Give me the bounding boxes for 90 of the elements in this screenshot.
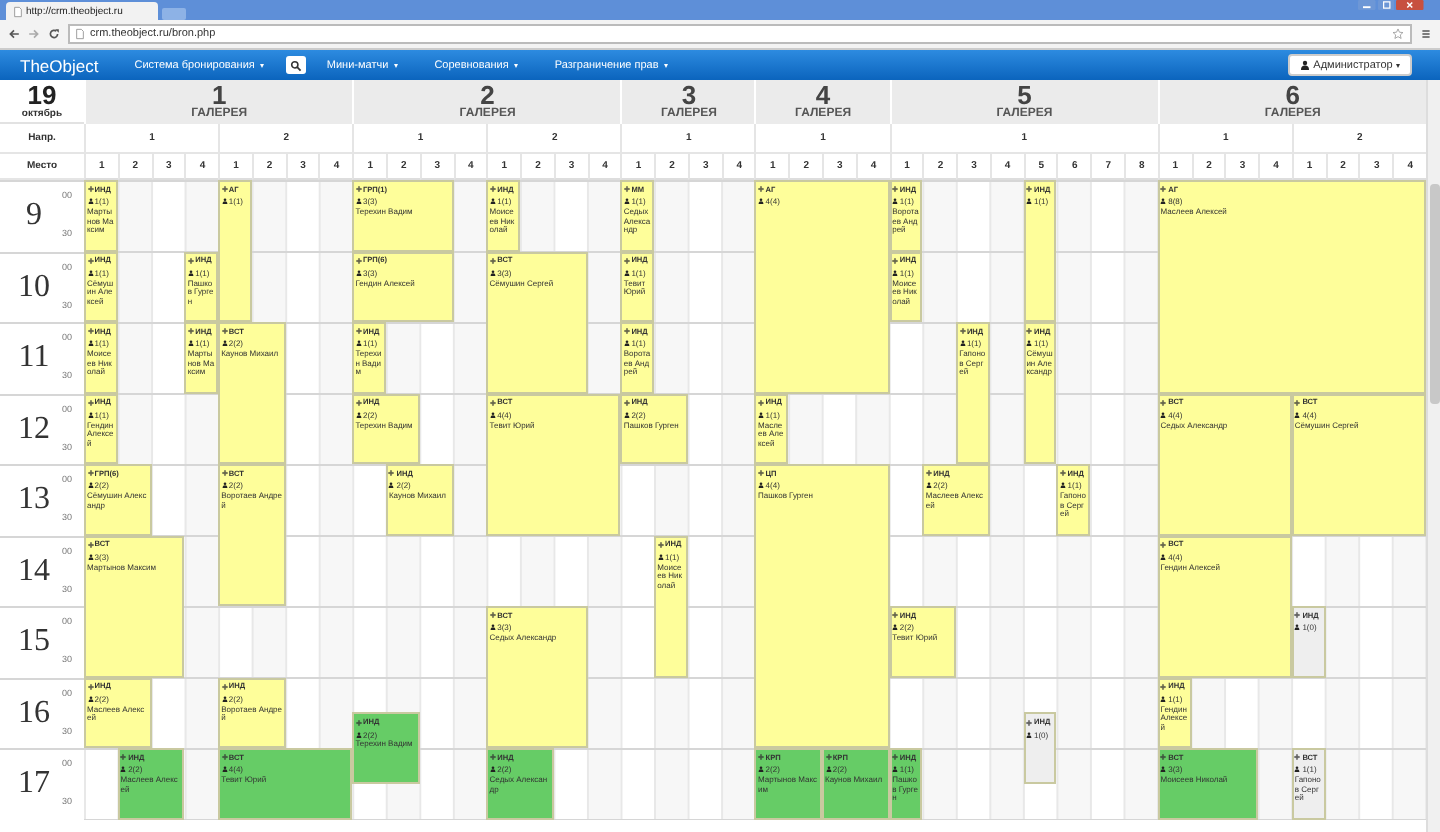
gallery-number: 4: [815, 84, 831, 108]
gallery-number: 2: [480, 84, 495, 108]
person-icon: [757, 411, 764, 418]
person-icon: [1026, 340, 1033, 347]
person-icon: [623, 198, 630, 205]
person-icon: [1160, 766, 1167, 773]
brand-link[interactable]: TheObject: [20, 55, 99, 75]
person-icon: [187, 269, 194, 276]
person-icon: [355, 340, 362, 347]
gallery-number: 5: [1017, 84, 1032, 108]
person-icon: [355, 198, 362, 205]
search-button[interactable]: [286, 56, 307, 74]
person-icon: [87, 269, 93, 276]
person-icon: [1294, 411, 1301, 418]
back-icon[interactable]: [8, 28, 20, 40]
scrollbar[interactable]: [1426, 80, 1440, 832]
person-icon: [489, 624, 496, 631]
reload-icon[interactable]: [48, 28, 60, 40]
person-icon: [925, 482, 932, 489]
date-day: 19: [27, 83, 57, 107]
person-icon: [221, 766, 228, 773]
person-icon: [187, 340, 194, 347]
scrollbar-thumb[interactable]: [1429, 184, 1439, 404]
person-icon: [1026, 198, 1033, 205]
person-icon: [892, 198, 899, 205]
person-icon: [1059, 482, 1066, 489]
person-icon: [1160, 553, 1167, 560]
caret-icon: [260, 63, 265, 67]
person-icon: [757, 766, 764, 773]
gallery-number: 6: [1285, 84, 1300, 108]
person-icon: [355, 269, 362, 276]
person-icon: [959, 340, 966, 347]
person-icon: [1299, 60, 1310, 70]
gallery-number: 1: [211, 84, 227, 108]
hour-label: 14: [16, 553, 52, 590]
hour-label: 12: [16, 411, 52, 448]
person-icon: [489, 198, 496, 205]
person-icon: [355, 411, 362, 418]
caret-icon: [394, 63, 399, 67]
search-icon: [290, 59, 303, 71]
person-icon: [489, 766, 496, 773]
person-icon: [87, 340, 93, 347]
person-icon: [623, 340, 630, 347]
person-icon: [1026, 731, 1033, 737]
maximize-icon[interactable]: [1377, 0, 1395, 10]
person-icon: [1294, 766, 1301, 773]
hour-label: 15: [16, 624, 52, 661]
hour-label: 16: [16, 695, 52, 732]
person-icon: [489, 411, 496, 418]
person-icon: [87, 695, 93, 702]
person-icon: [355, 731, 362, 737]
person-icon: [489, 269, 496, 276]
minimize-icon[interactable]: [1357, 0, 1375, 10]
person-icon: [87, 411, 93, 418]
person-icon: [1160, 411, 1167, 418]
hour-label: 9: [24, 198, 44, 235]
person-icon: [623, 269, 630, 276]
person-icon: [825, 766, 832, 773]
person-icon: [892, 624, 899, 631]
person-icon: [87, 553, 93, 560]
person-icon: [221, 482, 228, 489]
person-icon: [87, 198, 93, 205]
caret-icon: [1396, 63, 1401, 67]
hour-label: 13: [16, 482, 52, 519]
hour-label: 17: [16, 766, 52, 803]
person-icon: [1294, 624, 1301, 631]
person-icon: [892, 269, 899, 276]
person-icon: [388, 482, 395, 489]
person-icon: [757, 198, 764, 205]
person-icon: [221, 695, 228, 702]
caret-icon: [514, 63, 519, 67]
star-icon[interactable]: [1392, 28, 1404, 40]
person-icon: [657, 553, 664, 560]
hour-label: 10: [16, 269, 52, 306]
person-icon: [757, 482, 764, 489]
person-icon: [1160, 695, 1167, 702]
caret-icon: [664, 63, 669, 67]
person-icon: [623, 411, 630, 418]
menu-icon[interactable]: [1420, 28, 1432, 40]
person-icon: [120, 766, 127, 773]
person-icon: [1160, 198, 1167, 205]
person-icon: [892, 766, 899, 773]
page-icon: [76, 28, 84, 40]
forward-icon[interactable]: [28, 28, 40, 40]
person-icon: [221, 340, 228, 347]
person-icon: [221, 198, 228, 205]
close-icon[interactable]: [1396, 0, 1424, 10]
person-icon: [87, 482, 93, 489]
hour-label: 11: [16, 340, 52, 377]
gallery-number: 3: [681, 84, 697, 108]
